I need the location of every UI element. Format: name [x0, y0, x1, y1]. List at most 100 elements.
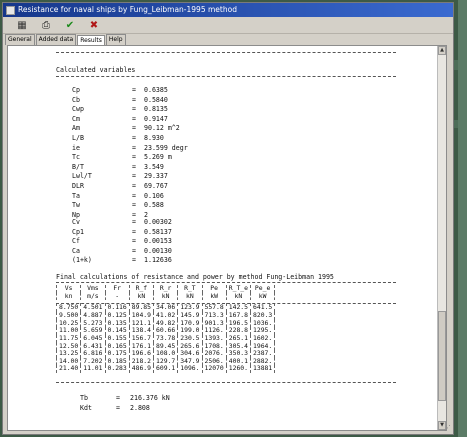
variable-value: 0.00302 [144, 218, 172, 226]
summary-value: 216.376 kN [130, 394, 170, 402]
table-cell: 21.40 [55, 365, 81, 373]
variable-value: 29.337 [144, 172, 168, 181]
table-cell: 609.1 [152, 365, 178, 373]
table-units-row: kn m/s - kN kN kN kW kN kW [55, 292, 276, 301]
variable-name: ie [72, 143, 80, 152]
variable-name: DLR [72, 182, 84, 190]
variable-row: Cp1 = 0.58137 [72, 228, 172, 236]
variable-value: 3.549 [144, 162, 164, 171]
variable-row: Cp = 0.6385 [72, 86, 168, 94]
variable-name: Tw [72, 201, 80, 210]
equals-sign: = [132, 134, 136, 142]
equals-sign: = [132, 124, 136, 133]
column-unit: kN [152, 292, 178, 301]
variable-value: 0.588 [144, 201, 164, 210]
column-unit: kN [177, 292, 202, 301]
results-panel: Calculated variables Cp = 0.6385 Cb = 0.5840 C… [7, 45, 447, 431]
table-cell: 11.01 [80, 365, 105, 373]
column-unit: m/s [80, 292, 105, 301]
resize-grip-icon[interactable]: ⋰ [444, 424, 451, 432]
title-bar: Resistance for naval ships by Fung_Leibm… [3, 3, 453, 17]
summary-value: 2.808 [130, 403, 150, 412]
table-cell: 1096. [177, 365, 202, 373]
equals-sign: = [132, 95, 136, 104]
equals-sign: = [132, 105, 136, 114]
x-icon[interactable]: ✖ [87, 19, 101, 32]
separator [56, 76, 396, 77]
variable-value: 1.12636 [144, 256, 172, 265]
calculator-icon[interactable]: ▦ [15, 19, 29, 32]
variable-name: Lwl/T [72, 172, 92, 181]
printer-icon[interactable]: ⎙ [39, 19, 53, 32]
table-cell: 12070 [201, 365, 227, 373]
equals-sign: = [132, 172, 136, 181]
summary-row: Kdt = 2.808 [80, 404, 150, 412]
variable-row: Lwl/T = 29.337 [72, 172, 168, 180]
table-separator [56, 382, 396, 383]
tab-added-data[interactable]: Added data [35, 34, 77, 45]
variable-row: Cf = 0.00153 [72, 237, 172, 245]
variable-row: (1+k) = 1.12636 [72, 256, 172, 264]
variable-name: L/B [72, 134, 84, 142]
app-icon [6, 5, 15, 15]
variable-name: Cwp [72, 105, 84, 114]
variable-row: Ta = 0.106 [72, 192, 164, 200]
variable-row: Cv = 0.00302 [72, 218, 172, 226]
equals-sign: = [132, 153, 136, 162]
tab-general[interactable]: General [5, 34, 35, 45]
vertical-scrollbar[interactable]: ▲ ▼ [437, 46, 446, 430]
table-cell: 1260. [225, 365, 251, 373]
tab-bar: General Added data Results Help [3, 34, 453, 46]
equals-sign: = [132, 218, 136, 226]
column-unit: kN [128, 292, 154, 301]
variable-value: 0.106 [144, 191, 164, 200]
variable-value: 0.00130 [144, 246, 172, 255]
equals-sign: = [132, 86, 136, 94]
variable-row: Tw = 0.588 [72, 201, 164, 209]
variable-value: 0.9147 [144, 114, 168, 123]
variable-row: L/B = 8.930 [72, 134, 164, 142]
variable-name: Cv [72, 218, 80, 226]
equals-sign: = [132, 256, 136, 265]
equals-sign: = [132, 201, 136, 210]
summary-name: Tb [80, 394, 88, 402]
equals-sign: = [132, 182, 136, 190]
window-title: Resistance for naval ships by Fung_Leibm… [18, 5, 237, 14]
variable-name: Ca [72, 246, 80, 255]
checkmark-icon[interactable]: ✔ [63, 19, 77, 32]
toolbar: ▦ ⎙ ✔ ✖ [3, 17, 453, 34]
separator [56, 52, 396, 53]
variable-value: 8.930 [144, 134, 164, 142]
variable-value: 90.12 m^2 [144, 124, 180, 133]
variable-row: DLR = 69.767 [72, 182, 168, 190]
app-window: Resistance for naval ships by Fung_Leibm… [2, 2, 454, 435]
scroll-thumb[interactable] [438, 311, 446, 401]
variable-row: Tc = 5.269 m [72, 153, 172, 161]
variable-name: Cp [72, 86, 80, 94]
variable-name: B/T [72, 162, 84, 171]
variable-row: Am = 90.12 m^2 [72, 124, 180, 132]
variable-value: 0.8135 [144, 105, 168, 114]
variable-value: 0.6385 [144, 86, 168, 94]
section-heading-variables: Calculated variables [56, 66, 136, 74]
summary-row: Tb = 216.376 kN [80, 394, 170, 402]
results-table: Vs Vms Fr R_f R_r R_T Pe R_T_e Pe_e kn m/s - kN kN kN… [55, 284, 276, 373]
equals-sign: = [116, 394, 120, 402]
tab-help[interactable]: Help [105, 34, 126, 45]
column-unit: kn [55, 292, 81, 301]
table-cell: 0.283 [104, 365, 130, 373]
equals-sign: = [116, 403, 120, 412]
variable-name: Cb [72, 95, 80, 104]
report-text: Calculated variables Cp = 0.6385 Cb = 0.5840 C… [8, 46, 437, 430]
scroll-up-icon[interactable]: ▲ [438, 46, 446, 55]
equals-sign: = [132, 191, 136, 200]
equals-sign: = [132, 246, 136, 255]
desktop-background [458, 0, 467, 437]
column-unit: kN [225, 292, 251, 301]
column-unit: - [104, 292, 130, 301]
table-cell: 13881 [249, 365, 276, 373]
equals-sign: = [132, 237, 136, 246]
equals-sign: = [132, 227, 136, 236]
column-unit: kW [201, 292, 227, 301]
variable-name: (1+k) [72, 256, 92, 265]
